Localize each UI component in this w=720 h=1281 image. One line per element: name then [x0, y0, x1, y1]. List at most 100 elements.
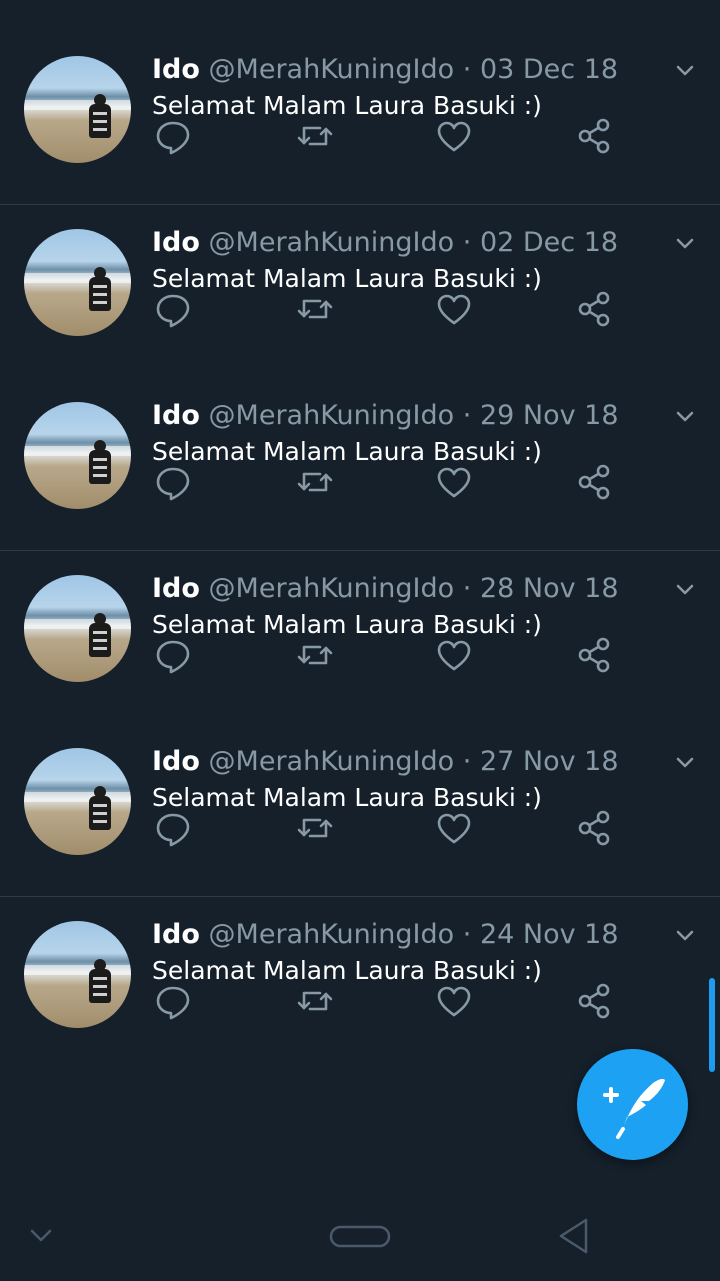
tweet-menu-button[interactable] — [668, 919, 702, 953]
nav-back-button[interactable] — [554, 1213, 594, 1259]
avatar[interactable] — [24, 402, 131, 509]
like-button[interactable] — [434, 981, 474, 1021]
retweet-button[interactable] — [295, 635, 335, 675]
chevron-down-icon — [668, 746, 702, 780]
like-button[interactable] — [434, 808, 474, 848]
share-button[interactable] — [574, 462, 614, 502]
author-name[interactable]: Ido — [152, 573, 200, 604]
chevron-down-icon — [668, 919, 702, 953]
tweet-menu-button[interactable] — [668, 573, 702, 607]
tweet-header: Ido @MerahKuningIdo · 27 Nov 18 — [152, 742, 622, 782]
author-handle[interactable]: @MerahKuningIdo — [209, 227, 455, 258]
author-handle[interactable]: @MerahKuningIdo — [209, 746, 455, 777]
tweet[interactable]: Ido @MerahKuningIdo · 29 Nov 18 Selamat … — [0, 378, 720, 551]
tweet-date[interactable]: 27 Nov 18 — [480, 746, 619, 777]
reply-button[interactable] — [153, 462, 193, 502]
compose-tweet-icon — [603, 1079, 665, 1139]
retweet-button[interactable] — [295, 462, 335, 502]
heart-icon — [434, 289, 474, 329]
author-handle[interactable]: @MerahKuningIdo — [209, 919, 455, 950]
header-separator: · — [462, 746, 472, 777]
share-icon — [574, 116, 614, 156]
reply-button[interactable] — [153, 981, 193, 1021]
retweet-button[interactable] — [295, 116, 335, 156]
retweet-icon — [295, 981, 335, 1021]
reply-icon — [153, 635, 193, 675]
nav-hide-button[interactable] — [22, 1213, 60, 1259]
tweet-header: Ido @MerahKuningIdo · 24 Nov 18 — [152, 915, 622, 955]
tweet-date[interactable]: 29 Nov 18 — [480, 400, 619, 431]
tweet[interactable]: Ido @MerahKuningIdo · 28 Nov 18 Selamat … — [0, 551, 720, 724]
chevron-down-icon — [668, 54, 702, 88]
tweet[interactable]: Ido @MerahKuningIdo · 02 Dec 18 Selamat … — [0, 205, 720, 378]
system-navigation-bar — [0, 1193, 720, 1281]
retweet-icon — [295, 289, 335, 329]
author-handle[interactable]: @MerahKuningIdo — [209, 54, 455, 85]
share-button[interactable] — [574, 635, 614, 675]
back-triangle-icon — [559, 1218, 588, 1254]
avatar-person — [88, 786, 112, 832]
share-button[interactable] — [574, 116, 614, 156]
tweet[interactable]: Ido @MerahKuningIdo · 05 Dec 18 Selamat … — [0, 0, 720, 32]
author-handle[interactable]: @MerahKuningIdo — [209, 400, 455, 431]
share-icon — [574, 462, 614, 502]
share-icon — [574, 981, 614, 1021]
tweet-date[interactable]: 02 Dec 18 — [480, 227, 618, 258]
avatar[interactable] — [24, 748, 131, 855]
nav-home-button[interactable] — [326, 1213, 394, 1259]
share-icon — [574, 289, 614, 329]
tweet[interactable]: Ido @MerahKuningIdo · 24 Nov 18 Selamat … — [0, 897, 720, 1070]
chevron-down-icon — [30, 1229, 52, 1242]
tweet-header: Ido @MerahKuningIdo · 28 Nov 18 — [152, 569, 622, 609]
author-name[interactable]: Ido — [152, 54, 200, 85]
tweet-date[interactable]: 03 Dec 18 — [480, 54, 618, 85]
reply-button[interactable] — [153, 116, 193, 156]
tweet[interactable]: Ido @MerahKuningIdo · 27 Nov 18 Selamat … — [0, 724, 720, 897]
tweet[interactable]: Ido @MerahKuningIdo · 03 Dec 18 Selamat … — [0, 32, 720, 205]
author-name[interactable]: Ido — [152, 919, 200, 950]
scrollbar-thumb[interactable] — [709, 978, 715, 1072]
retweet-button[interactable] — [295, 808, 335, 848]
avatar[interactable] — [24, 575, 131, 682]
avatar-wave — [24, 100, 131, 110]
retweet-button[interactable] — [295, 289, 335, 329]
tweet-menu-button[interactable] — [668, 54, 702, 88]
tweet-menu-button[interactable] — [668, 400, 702, 434]
avatar[interactable] — [24, 921, 131, 1028]
share-button[interactable] — [574, 808, 614, 848]
like-button[interactable] — [434, 116, 474, 156]
retweet-icon — [295, 462, 335, 502]
author-name[interactable]: Ido — [152, 400, 200, 431]
share-button[interactable] — [574, 981, 614, 1021]
tweet-date[interactable]: 24 Nov 18 — [480, 919, 619, 950]
heart-icon — [434, 981, 474, 1021]
tweet-menu-button[interactable] — [668, 746, 702, 780]
header-separator: · — [462, 227, 472, 258]
header-separator: · — [462, 919, 472, 950]
reply-button[interactable] — [153, 635, 193, 675]
tweet-menu-button[interactable] — [668, 227, 702, 261]
tweet-feed: Ido @MerahKuningIdo · 05 Dec 18 Selamat … — [0, 0, 720, 1070]
retweet-button[interactable] — [295, 981, 335, 1021]
reply-button[interactable] — [153, 289, 193, 329]
header-separator: · — [462, 573, 472, 604]
author-handle[interactable]: @MerahKuningIdo — [209, 573, 455, 604]
retweet-icon — [295, 808, 335, 848]
author-name[interactable]: Ido — [152, 227, 200, 258]
avatar[interactable] — [24, 229, 131, 336]
author-name[interactable]: Ido — [152, 746, 200, 777]
avatar[interactable] — [24, 56, 131, 163]
reply-button[interactable] — [153, 808, 193, 848]
heart-icon — [434, 462, 474, 502]
screen: Ido @MerahKuningIdo · 05 Dec 18 Selamat … — [0, 0, 720, 1281]
reply-icon — [153, 289, 193, 329]
like-button[interactable] — [434, 635, 474, 675]
like-button[interactable] — [434, 462, 474, 502]
header-separator: · — [462, 400, 472, 431]
reply-icon — [153, 808, 193, 848]
like-button[interactable] — [434, 289, 474, 329]
compose-tweet-button[interactable] — [577, 1049, 688, 1160]
share-button[interactable] — [574, 289, 614, 329]
avatar-person — [88, 440, 112, 486]
tweet-date[interactable]: 28 Nov 18 — [480, 573, 619, 604]
